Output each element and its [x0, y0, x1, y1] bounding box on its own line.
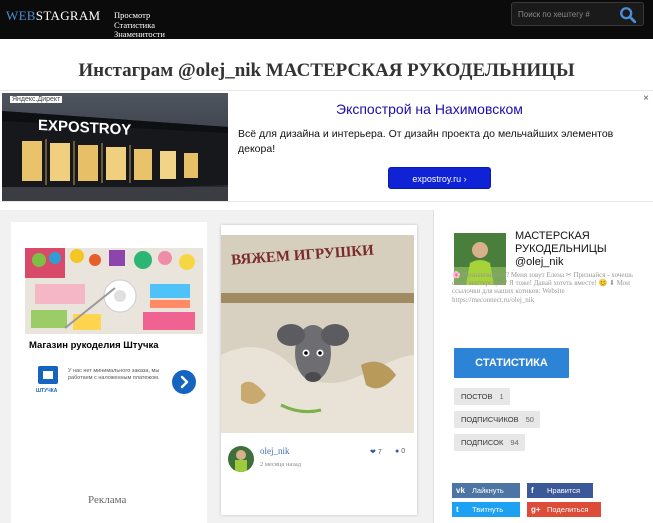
banner-close-icon[interactable]: ×	[643, 93, 649, 104]
heart-icon: ❤	[370, 449, 376, 456]
ad-photo[interactable]	[25, 248, 203, 334]
google-plus-icon: g+	[531, 505, 541, 514]
post-card[interactable]: ВЯЖЕМ ИГРУШКИ olej_nik 2 месяца назад ❤ …	[221, 225, 417, 515]
banner-headline[interactable]: Экспострой на Нахимовском	[336, 101, 523, 117]
nav-links: Просмотр Статистика Знаменитости	[114, 10, 165, 40]
following-badge: ПОДПИСОК 94	[454, 434, 525, 451]
facebook-icon: f	[531, 486, 534, 495]
vk-like-label: Лайкнуть	[472, 486, 504, 495]
tweet-label: Твитнуть	[472, 505, 504, 514]
followers-badge: ПОДПИСЧИКОВ 50	[454, 411, 540, 428]
profile-name: МАСТЕРСКАЯ РУКОДЕЛЬНИЦЫ @olej_nik	[515, 230, 645, 269]
ad-arrow-button[interactable]	[172, 370, 196, 394]
gplus-share-label: Поделиться	[547, 505, 589, 514]
fb-like-button[interactable]: f Нравится	[527, 483, 593, 498]
likes-count: 7	[377, 449, 382, 456]
banner-image[interactable]: EXPOSTROY Яндекс.Директ	[2, 93, 228, 201]
logo-stagram-text: STAGRAM	[35, 8, 101, 23]
profile-handle: @olej_nik	[515, 256, 564, 268]
vk-icon: vk	[456, 486, 465, 495]
search-input[interactable]	[518, 7, 616, 22]
gplus-share-button[interactable]: g+ Поделиться	[527, 502, 601, 517]
yandex-direct-tag: Яндекс.Директ	[10, 96, 63, 103]
chevron-right-icon	[180, 375, 189, 389]
post-comments[interactable]: ● 0	[395, 448, 405, 455]
posts-count: 1	[499, 392, 504, 401]
post-author-name[interactable]: olej_nik	[260, 446, 290, 456]
shop-logo-text: ШТУЧКА	[36, 388, 58, 394]
following-count: 94	[510, 438, 519, 447]
ad-shop-name[interactable]: Магазин рукоделия Штучка	[29, 340, 159, 351]
profile-name-line2: РУКОДЕЛЬНИЦЫ	[515, 243, 607, 255]
posts-label: ПОСТОВ	[461, 392, 493, 401]
shop-logo: ШТУЧКА	[36, 366, 60, 394]
post-time: 2 месяца назад	[260, 461, 302, 468]
top-navbar: WEBSTAGRAM Просмотр Статистика Знаменито…	[0, 0, 653, 39]
logo-web-text: WEB	[6, 8, 36, 23]
fb-like-label: Нравится	[547, 486, 581, 495]
site-logo[interactable]: WEBSTAGRAM	[6, 8, 100, 24]
comment-icon: ●	[395, 448, 400, 455]
search-icon[interactable]	[619, 6, 637, 24]
banner-text: Всё для дизайна и интерьера. От дизайн п…	[238, 128, 614, 155]
ad-description: У нас нет минимального заказа, мы работа…	[68, 368, 160, 381]
statistics-button[interactable]: СТАТИСТИКА	[454, 348, 569, 378]
post-photo[interactable]: ВЯЖЕМ ИГРУШКИ	[221, 235, 414, 433]
ad-card[interactable]: Магазин рукоделия Штучка ШТУЧКА У нас не…	[11, 222, 207, 523]
comments-count: 0	[401, 448, 406, 455]
ad-label: Реклама	[88, 494, 127, 506]
posts-badge: ПОСТОВ 1	[454, 388, 510, 405]
profile-bio: 🌸 Познакомимся? Меня зовут Елена ✂ Призн…	[452, 271, 634, 304]
followers-label: ПОДПИСЧИКОВ	[461, 415, 519, 424]
twitter-icon: t	[456, 505, 459, 514]
post-author-avatar[interactable]	[228, 446, 254, 472]
ad-banner[interactable]: EXPOSTROY Яндекс.Директ Экспострой на На…	[0, 90, 653, 202]
post-likes[interactable]: ❤ 7	[370, 448, 382, 456]
banner-cta-button[interactable]: expostroy.ru ›	[388, 167, 491, 189]
followers-count: 50	[525, 415, 534, 424]
profile-name-line1: МАСТЕРСКАЯ	[515, 230, 590, 242]
tweet-button[interactable]: t Твитнуть	[452, 502, 520, 517]
vk-like-button[interactable]: vk Лайкнуть	[452, 483, 520, 498]
search-box	[511, 2, 644, 26]
following-label: ПОДПИСОК	[461, 438, 504, 447]
ad-content[interactable]: Магазин рукоделия Штучка ШТУЧКА У нас не…	[25, 248, 203, 398]
nav-link-celebrities[interactable]: Знаменитости	[114, 29, 165, 40]
page-title: Инстаграм @olej_nik МАСТЕРСКАЯ РУКОДЕЛЬН…	[78, 60, 575, 81]
